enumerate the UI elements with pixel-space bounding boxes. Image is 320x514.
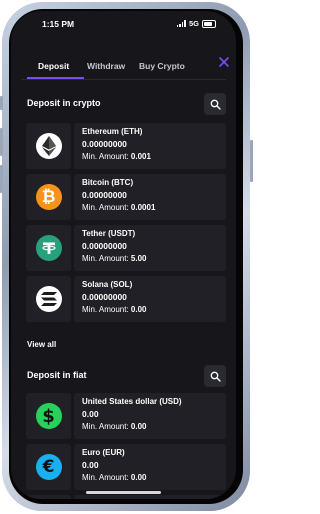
currency-name: Euro (EUR) [82, 448, 125, 457]
list-item-bitcoin[interactable]: ₿ Bitcoin (BTC) 0.00000000 Min. Amount: … [26, 174, 226, 220]
dollar-icon: $ [35, 403, 62, 429]
coin-balance: 0.00000000 [82, 139, 127, 149]
active-tab-indicator [27, 77, 84, 79]
volume-up-button [0, 128, 3, 156]
list-item-partial[interactable] [26, 495, 226, 499]
solana-icon [35, 286, 62, 312]
currency-name: United States dollar (USD) [82, 397, 182, 406]
currency-min-amount: Min. Amount: 0.00 [82, 473, 147, 482]
fiat-search-button[interactable] [204, 365, 226, 387]
tether-icon [35, 235, 62, 261]
search-icon [210, 99, 221, 110]
coin-name: Bitcoin (BTC) [82, 178, 134, 187]
network-type: 5G [188, 19, 199, 28]
coin-min-amount: Min. Amount: 0.0001 [82, 203, 156, 212]
currency-min-amount: Min. Amount: 0.00 [82, 422, 147, 431]
euro-icon: € [35, 454, 62, 480]
coin-min-amount: Min. Amount: 0.001 [82, 152, 151, 161]
bitcoin-icon: ₿ [35, 184, 62, 210]
tab-bar: Deposit Withdraw Buy Crypto [11, 57, 236, 89]
view-all-link[interactable]: View all [27, 340, 56, 349]
tab-buy-crypto[interactable]: Buy Crypto [139, 61, 185, 71]
coin-icon-box: ₿ [26, 174, 71, 220]
list-item-usd[interactable]: $ United States dollar (USD) 0.00 Min. A… [26, 393, 226, 439]
crypto-section-title: Deposit in crypto [27, 98, 101, 108]
close-icon[interactable] [217, 55, 231, 69]
crypto-search-button[interactable] [204, 93, 226, 115]
coin-balance: 0.00000000 [82, 241, 127, 251]
list-item-tether[interactable]: Tether (USDT) 0.00000000 Min. Amount: 5.… [26, 225, 226, 271]
coin-balance: 0.00000000 [82, 190, 127, 200]
search-icon [210, 371, 221, 382]
mute-switch [0, 96, 3, 110]
coin-name: Tether (USDT) [82, 229, 136, 238]
currency-info: Euro (EUR) 0.00 Min. Amount: 0.00 [74, 444, 226, 490]
tab-divider [21, 79, 226, 80]
status-indicators: 5G [176, 19, 216, 28]
coin-min-amount: Min. Amount: 5.00 [82, 254, 147, 263]
coin-balance: 0.00000000 [82, 292, 127, 302]
power-button [250, 140, 253, 182]
signal-icon [176, 20, 186, 27]
tab-withdraw[interactable]: Withdraw [87, 61, 125, 71]
currency-info: United States dollar (USD) 0.00 Min. Amo… [74, 393, 226, 439]
coin-name: Solana (SOL) [82, 280, 133, 289]
tab-deposit[interactable]: Deposit [38, 61, 69, 71]
status-time: 1:15 PM [42, 19, 75, 29]
coin-icon-box [26, 276, 71, 322]
coin-info: Solana (SOL) 0.00000000 Min. Amount: 0.0… [74, 276, 226, 322]
home-indicator [86, 491, 161, 494]
coin-min-amount: Min. Amount: 0.00 [82, 305, 147, 314]
coin-info: Ethereum (ETH) 0.00000000 Min. Amount: 0… [74, 123, 226, 169]
list-item-ethereum[interactable]: Ethereum (ETH) 0.00000000 Min. Amount: 0… [26, 123, 226, 169]
volume-down-button [0, 165, 3, 193]
coin-info: Bitcoin (BTC) 0.00000000 Min. Amount: 0.… [74, 174, 226, 220]
fiat-section-title: Deposit in fiat [27, 370, 87, 380]
ethereum-icon [35, 133, 62, 159]
coin-name: Ethereum (ETH) [82, 127, 143, 136]
coin-icon-box [26, 495, 71, 499]
coin-info: Tether (USDT) 0.00000000 Min. Amount: 5.… [74, 225, 226, 271]
coin-icon-box [26, 123, 71, 169]
list-item-eur[interactable]: € Euro (EUR) 0.00 Min. Amount: 0.00 [26, 444, 226, 490]
currency-balance: 0.00 [82, 460, 99, 470]
coin-icon-box: € [26, 444, 71, 490]
battery-icon [202, 19, 216, 28]
coin-icon-box: $ [26, 393, 71, 439]
status-bar: 1:15 PM 5G [11, 11, 236, 35]
currency-balance: 0.00 [82, 409, 99, 419]
coin-icon-box [26, 225, 71, 271]
currency-info [74, 495, 226, 499]
list-item-solana[interactable]: Solana (SOL) 0.00000000 Min. Amount: 0.0… [26, 276, 226, 322]
app-screen: 1:15 PM 5G Deposit Withdraw Buy Crypto D… [11, 11, 236, 499]
